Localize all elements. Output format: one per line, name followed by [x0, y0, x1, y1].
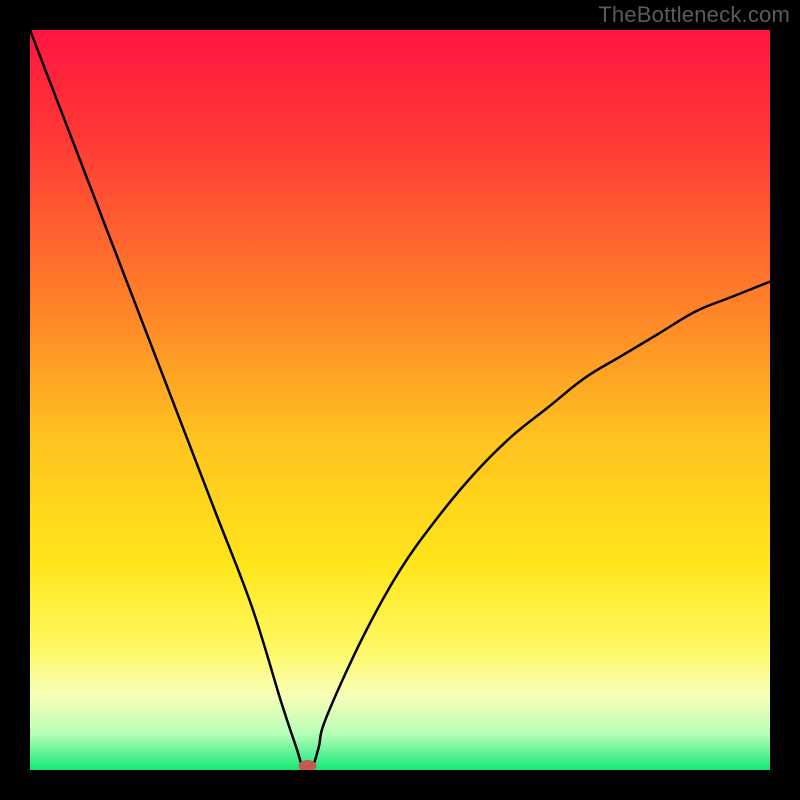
- chart-frame: TheBottleneck.com: [0, 0, 800, 800]
- plot-area: [30, 30, 770, 770]
- bottleneck-chart-svg: [30, 30, 770, 770]
- gradient-background: [30, 30, 770, 770]
- watermark-text: TheBottleneck.com: [598, 2, 790, 28]
